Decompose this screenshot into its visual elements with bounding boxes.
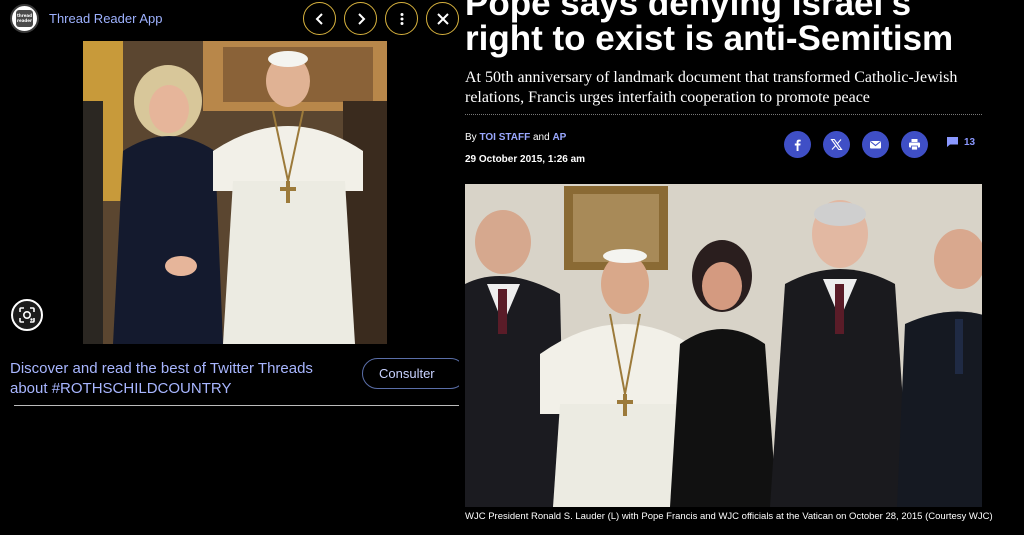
- app-logo: thread reader: [10, 3, 39, 33]
- prev-button[interactable]: [303, 2, 336, 35]
- lens-icon: [19, 307, 35, 323]
- print-button[interactable]: [901, 131, 928, 158]
- comment-icon: [947, 137, 958, 147]
- image-search-panel: thread reader Thread Reader App Discover…: [0, 0, 459, 535]
- app-header[interactable]: thread reader Thread Reader App: [10, 3, 162, 33]
- comment-count: 13: [964, 136, 976, 148]
- divider: [14, 405, 459, 406]
- dotted-divider: [465, 114, 982, 115]
- more-options-button[interactable]: [385, 2, 418, 35]
- share-facebook-button[interactable]: [784, 131, 811, 158]
- byline: By TOI STAFF and AP: [465, 132, 566, 143]
- photo-pope-with-wjc-officials: [465, 184, 982, 507]
- chevron-left-icon: [315, 12, 323, 25]
- email-icon: [870, 141, 881, 149]
- x-icon: [830, 138, 843, 151]
- close-icon: [436, 12, 449, 25]
- article-photo[interactable]: [465, 184, 982, 507]
- app-logo-text: thread reader: [16, 9, 33, 27]
- promo-text[interactable]: Discover and read the best of Twitter Th…: [10, 359, 350, 399]
- next-button[interactable]: [344, 2, 377, 35]
- facebook-icon: [794, 139, 801, 151]
- author-link-ap[interactable]: AP: [552, 132, 566, 143]
- print-icon: [909, 139, 920, 151]
- google-lens-button[interactable]: [11, 299, 43, 331]
- result-photo[interactable]: [83, 41, 387, 344]
- article-date: 29 October 2015, 1:26 am: [465, 154, 586, 165]
- app-name[interactable]: Thread Reader App: [49, 11, 162, 26]
- share-x-button[interactable]: [823, 131, 850, 158]
- article-page: Pope says denying Israel's right to exis…: [459, 0, 1024, 535]
- comments-link[interactable]: 13: [946, 136, 975, 148]
- author-link-toi-staff[interactable]: TOI STAFF: [479, 132, 530, 143]
- more-vertical-icon: [400, 12, 403, 25]
- photo-caption: WJC President Ronald S. Lauder (L) with …: [465, 511, 993, 522]
- article-subhead: At 50th anniversary of landmark document…: [465, 69, 958, 106]
- photo-pope-and-woman: [83, 41, 387, 344]
- article-headline: right to exist is anti-Semitism: [465, 19, 954, 58]
- byline-prefix: By: [465, 132, 477, 143]
- close-button[interactable]: [426, 2, 459, 35]
- byline-and: and: [532, 132, 550, 143]
- consult-button[interactable]: Consulter: [362, 358, 459, 389]
- share-email-button[interactable]: [862, 131, 889, 158]
- chevron-right-icon: [357, 12, 365, 25]
